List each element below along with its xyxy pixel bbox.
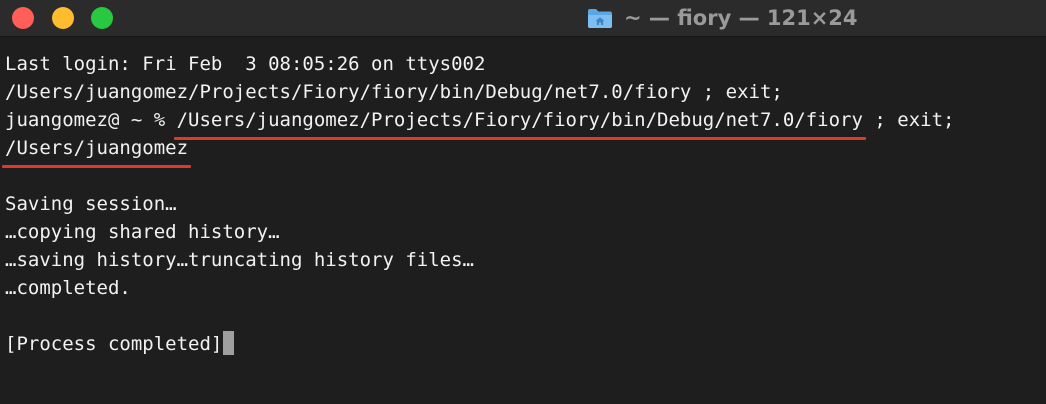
- underlined-output-path: /Users/juangomez: [1, 134, 192, 168]
- saving-session-line: Saving session…: [5, 193, 177, 215]
- zoom-window-button[interactable]: [91, 7, 113, 29]
- window-title: ~ — fiory — 121×24: [624, 6, 858, 30]
- saving-history-line: …saving history…truncating history files…: [5, 249, 474, 271]
- home-folder-icon: [588, 9, 612, 28]
- command-suffix: ; exit;: [862, 109, 955, 131]
- last-login-line: Last login: Fri Feb 3 08:05:26 on ttys00…: [5, 53, 486, 75]
- command-line: /Users/juangomez/Projects/Fiory/fiory/bi…: [5, 81, 783, 103]
- minimize-window-button[interactable]: [52, 7, 74, 29]
- completed-line: …completed.: [5, 277, 131, 299]
- copying-history-line: …copying shared history…: [5, 221, 280, 243]
- terminal-output[interactable]: Last login: Fri Feb 3 08:05:26 on ttys00…: [1, 50, 1046, 404]
- close-window-button[interactable]: [12, 7, 34, 29]
- process-completed-line: [Process completed]: [5, 330, 1046, 358]
- underlined-command-path: /Users/juangomez/Projects/Fiory/fiory/bi…: [173, 106, 867, 140]
- terminal-window: ~ — fiory — 121×24 Last login: Fri Feb 3…: [0, 0, 1046, 404]
- title-bar[interactable]: ~ — fiory — 121×24: [0, 0, 1046, 37]
- window-title-group: ~ — fiory — 121×24: [586, 3, 858, 33]
- shell-prompt: juangomez@ ~ %: [5, 109, 177, 131]
- text-cursor: [223, 331, 235, 355]
- output-path-line: /Users/juangomez: [1, 134, 1046, 168]
- prompt-line: juangomez@ ~ % /Users/juangomez/Projects…: [5, 106, 1046, 140]
- process-completed-text: [Process completed]: [5, 333, 223, 355]
